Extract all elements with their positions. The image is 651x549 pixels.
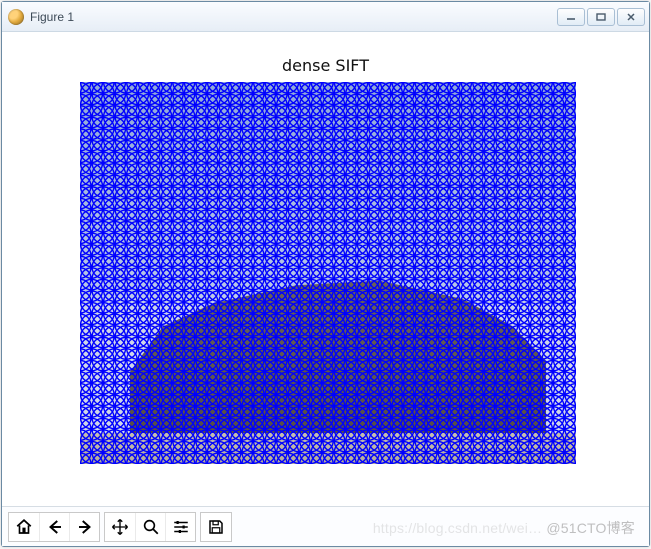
plot-area [80,82,576,464]
pan-button[interactable] [105,513,135,541]
python-icon [8,9,24,25]
dense-sift-overlay [80,82,576,464]
zoom-icon [141,518,161,536]
figure-canvas[interactable]: dense SIFT [2,32,649,506]
home-icon [14,518,34,536]
save-button[interactable] [201,513,231,541]
window-title: Figure 1 [30,10,74,24]
matplotlib-toolbar [2,506,649,546]
minimize-icon [565,12,577,22]
toolbar-group-view [104,512,196,542]
titlebar[interactable]: Figure 1 [2,2,649,32]
maximize-icon [595,12,607,22]
figure-window: Figure 1 dense SIFT [1,1,650,547]
chart-title: dense SIFT [2,56,649,75]
sliders-icon [171,518,191,536]
configure-button[interactable] [165,513,195,541]
close-button[interactable] [617,8,645,26]
forward-button[interactable] [69,513,99,541]
back-button[interactable] [39,513,69,541]
toolbar-group-save [200,512,232,542]
home-button[interactable] [9,513,39,541]
save-icon [206,518,226,536]
arrow-left-icon [45,518,65,536]
window-buttons [557,8,645,26]
zoom-button[interactable] [135,513,165,541]
close-icon [625,12,637,22]
maximize-button[interactable] [587,8,615,26]
arrow-right-icon [75,518,95,536]
toolbar-group-nav [8,512,100,542]
move-icon [110,518,130,536]
minimize-button[interactable] [557,8,585,26]
